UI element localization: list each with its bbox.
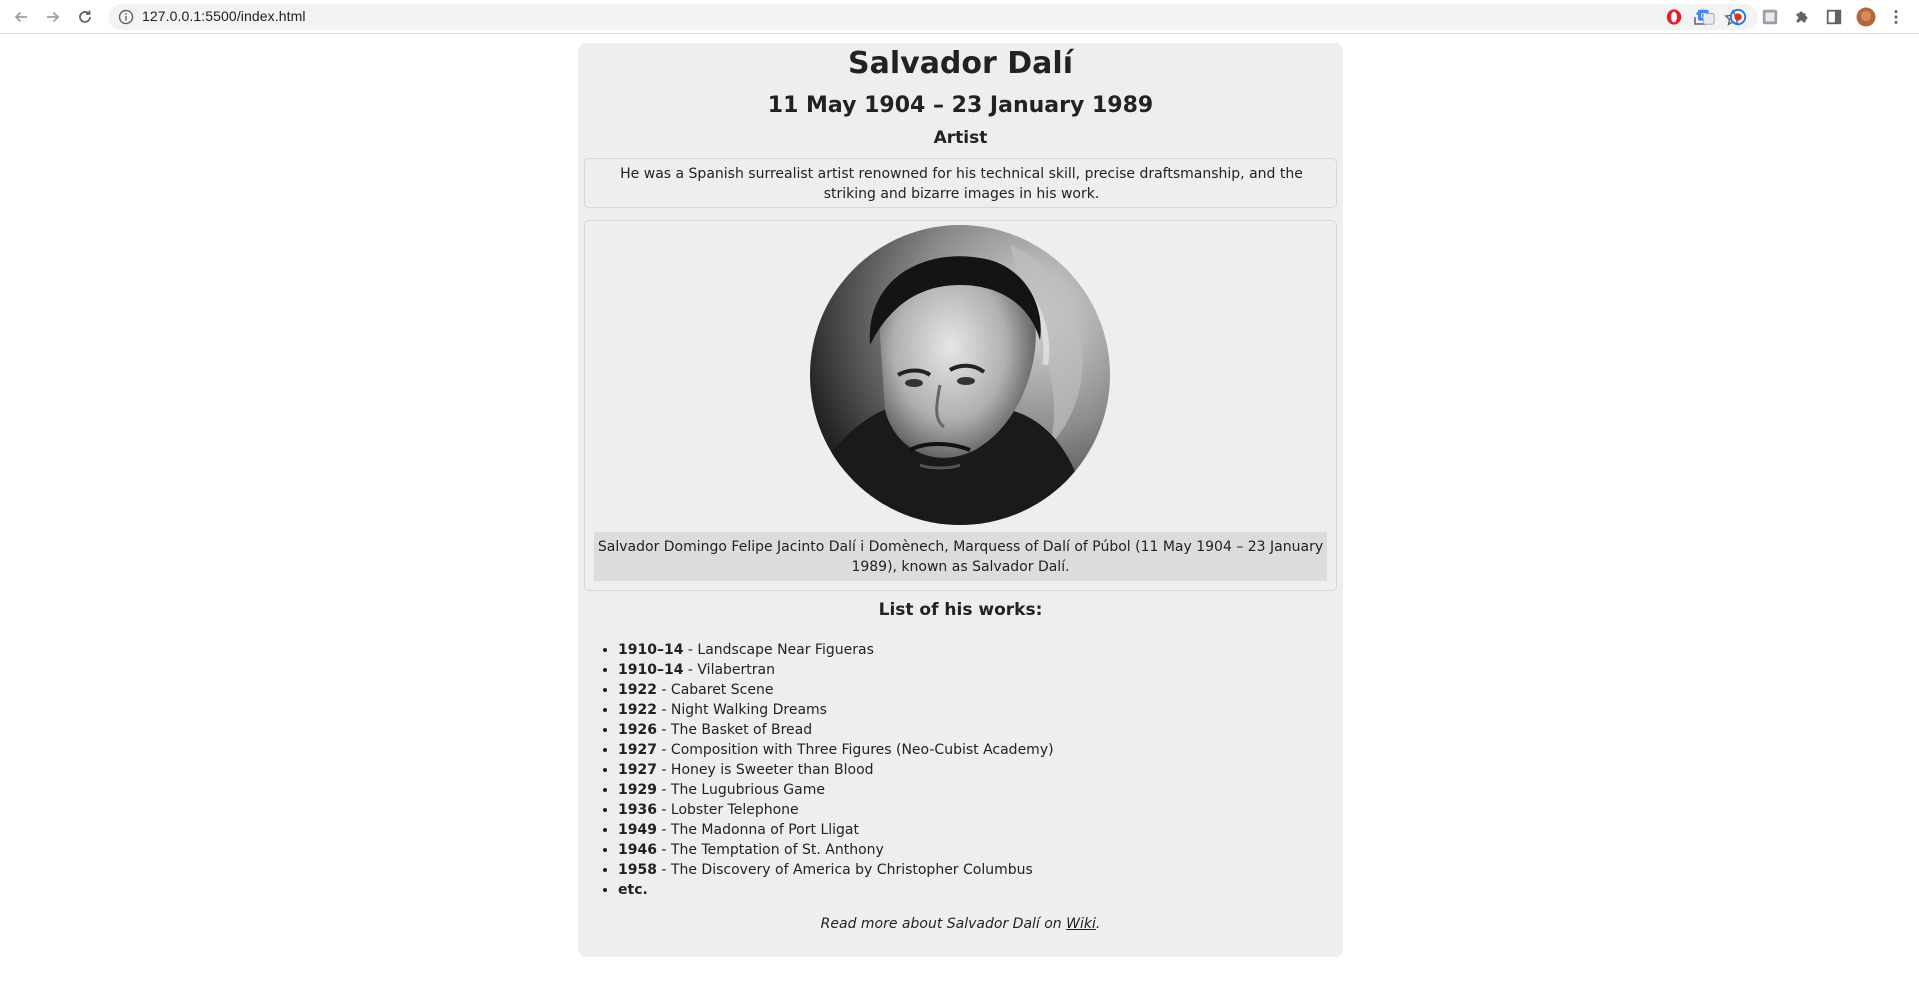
sync-extension-icon[interactable] [1728,7,1748,27]
work-year: etc. [618,882,648,898]
read-more-footer: Read more about Salvador Dalí on Wiki. [578,916,1343,932]
work-year: 1910–14 [618,642,684,658]
page-title: Salvador Dalí [848,46,1073,81]
work-item: 1922 - Night Walking Dreams [618,700,1318,720]
portrait-image [810,225,1110,525]
work-year: 1927 [618,742,657,758]
life-dates: 11 May 1904 – 23 January 1989 [767,93,1154,118]
work-item: 1910–14 - Landscape Near Figueras [618,640,1318,660]
back-button[interactable] [9,5,33,29]
works-list-title: List of his works: [878,600,1043,620]
side-panel-icon[interactable] [1824,7,1844,27]
work-year: 1922 [618,702,657,718]
footer-prefix: Read more about Salvador Dalí on [820,916,1067,932]
work-year: 1958 [618,862,657,878]
work-year: 1927 [618,762,657,778]
work-item: etc. [618,880,1318,900]
opera-extension-icon[interactable] [1664,7,1684,27]
work-year: 1929 [618,782,657,798]
role-heading: Artist [933,128,988,148]
translate-extension-icon[interactable]: G [1696,7,1716,27]
reload-button[interactable] [73,5,97,29]
work-year: 1949 [618,822,657,838]
screenshot-extension-icon[interactable] [1760,7,1780,27]
work-year: 1926 [618,722,657,738]
work-item: 1926 - The Basket of Bread [618,720,1318,740]
arrow-left-icon [14,11,27,23]
forward-button[interactable] [41,5,65,29]
work-title: - Vilabertran [683,662,775,678]
work-item: 1946 - The Temptation of St. Anthony [618,840,1318,860]
portrait-caption: Salvador Domingo Felipe Jacinto Dalí i D… [594,532,1327,581]
browser-toolbar: 127.0.0.1:5500/index.html G [0,0,1919,34]
svg-text:G: G [1701,11,1707,20]
work-title: - The Madonna of Port Lligat [656,822,859,838]
work-year: 1936 [618,802,657,818]
info-icon[interactable] [118,9,134,25]
menu-kebab-icon[interactable] [1886,7,1906,27]
url-text[interactable]: 127.0.0.1:5500/index.html [142,8,306,24]
wiki-link[interactable]: Wiki [1066,916,1096,932]
work-title: - Composition with Three Figures (Neo-Cu… [656,742,1054,758]
work-item: 1958 - The Discovery of America by Chris… [618,860,1318,880]
work-year: 1946 [618,842,657,858]
description-text: He was a Spanish surrealist artist renow… [620,166,1303,202]
work-year: 1910–14 [618,662,684,678]
puzzle-extensions-icon[interactable] [1792,7,1812,27]
work-item: 1929 - The Lugubrious Game [618,780,1318,800]
work-title: - The Basket of Bread [656,722,813,738]
work-title: - The Temptation of St. Anthony [656,842,884,858]
works-list: 1910–14 - Landscape Near Figueras1910–14… [618,640,1318,900]
work-item: 1927 - Composition with Three Figures (N… [618,740,1318,760]
reload-icon [79,10,91,23]
work-item: 1910–14 - Vilabertran [618,660,1318,680]
work-title: - Landscape Near Figueras [683,642,874,658]
work-title: - The Lugubrious Game [656,782,825,798]
work-year: 1922 [618,682,657,698]
work-item: 1927 - Honey is Sweeter than Blood [618,760,1318,780]
footer-suffix: . [1095,916,1101,932]
work-title: - Honey is Sweeter than Blood [656,762,874,778]
profile-avatar[interactable] [1856,7,1876,27]
work-title: - Lobster Telephone [656,802,799,818]
work-title: - Night Walking Dreams [656,702,827,718]
work-title: - Cabaret Scene [656,682,774,698]
description-box: He was a Spanish surrealist artist renow… [584,158,1337,208]
address-bar[interactable]: 127.0.0.1:5500/index.html [108,4,1758,30]
work-item: 1936 - Lobster Telephone [618,800,1318,820]
arrow-right-icon [47,11,60,23]
work-item: 1949 - The Madonna of Port Lligat [618,820,1318,840]
work-title: - The Discovery of America by Christophe… [656,862,1033,878]
portrait-figure: Salvador Domingo Felipe Jacinto Dalí i D… [584,220,1337,591]
work-item: 1922 - Cabaret Scene [618,680,1318,700]
biography-card: Salvador Dalí 11 May 1904 – 23 January 1… [578,43,1343,957]
